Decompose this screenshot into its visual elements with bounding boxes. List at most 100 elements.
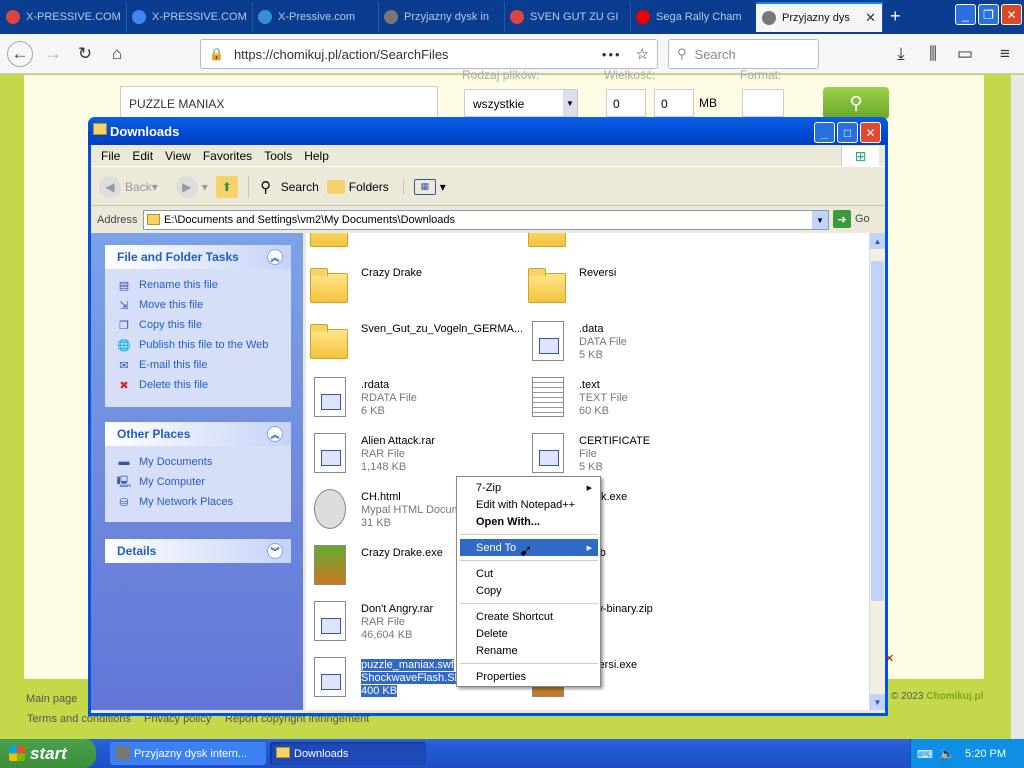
tab-1[interactable]: X-PRESSIVE.COM	[126, 2, 253, 32]
tab-5[interactable]: Sega Rally Cham	[630, 2, 757, 32]
collapse-icon[interactable]: ︽	[267, 249, 283, 265]
delete-icon: ✖	[119, 379, 129, 392]
back-button[interactable]: ◀ Back ▾	[99, 175, 158, 198]
format-input[interactable]	[742, 89, 784, 117]
go-button[interactable]: ➜ Go	[833, 210, 870, 228]
place-my-documents[interactable]: ▬ My Documents	[105, 452, 291, 472]
close-icon[interactable]: ✕	[885, 652, 894, 665]
collapse-icon[interactable]: ︽	[267, 426, 283, 442]
details-header[interactable]: Details ︾	[105, 539, 291, 563]
menu-edit[interactable]: Edit	[132, 149, 153, 163]
tab-6[interactable]: Przyjazny dys ✕	[756, 2, 883, 32]
context-item-properties[interactable]: Properties	[460, 668, 598, 685]
globe-icon: 🌐	[117, 339, 131, 352]
taskbar-item-browser[interactable]: Przyjazny dysk intern...	[110, 742, 266, 765]
task-publish-this-file-to-the-web[interactable]: 🌐 Publish this file to the Web	[105, 335, 291, 355]
places-header[interactable]: Other Places ︽	[105, 422, 291, 446]
forward-arrow-icon[interactable]: →	[40, 41, 66, 67]
context-item-7-zip[interactable]: 7-Zip	[460, 479, 598, 496]
size-min-input[interactable]: 0	[606, 89, 646, 117]
web-search-input[interactable]: PUZZLE MANIAX	[120, 86, 438, 120]
close-tab-icon[interactable]: ✕	[865, 10, 876, 26]
new-tab-button[interactable]: +	[890, 6, 901, 27]
keyboard-icon[interactable]: ⌨	[917, 748, 933, 761]
document-shape	[532, 433, 564, 473]
reload-icon[interactable]: ↻	[72, 41, 98, 67]
file-item[interactable]: Alien Attack.rar RAR File 1,148 KB	[306, 427, 521, 479]
taskbar-item-downloads[interactable]: Downloads	[270, 742, 426, 765]
task-copy-this-file[interactable]: ❐ Copy this file	[105, 315, 291, 335]
menu-view[interactable]: View	[165, 149, 191, 163]
menu-favorites[interactable]: Favorites	[203, 149, 252, 163]
search-button[interactable]: ⚲ Search	[247, 175, 319, 198]
task-delete-this-file[interactable]: ✖ Delete this file	[105, 375, 291, 395]
file-item[interactable]: .text TEXT File 60 KB	[524, 371, 739, 423]
scroll-up-icon[interactable]: ▲	[870, 233, 885, 249]
menu-file[interactable]: File	[101, 149, 120, 163]
context-item-copy[interactable]: Copy	[460, 582, 598, 599]
context-item-cut[interactable]: Cut	[460, 565, 598, 582]
folders-button[interactable]: Folders	[326, 179, 389, 194]
web-search-button[interactable]: ⚲	[823, 87, 889, 119]
sidebar-icon[interactable]: ▭	[952, 41, 978, 67]
file-item[interactable]: Alien Attack	[524, 233, 739, 255]
chevron-down-icon[interactable]: ▼	[812, 211, 828, 229]
footer-brand[interactable]: Chomikuj.pl	[926, 691, 983, 702]
address-input[interactable]: E:\Documents and Settings\vm2\My Documen…	[143, 210, 829, 230]
library-icon[interactable]: ⫼	[920, 41, 946, 67]
size-max-input[interactable]: 0	[654, 89, 694, 117]
forward-button[interactable]: ▶ ▾	[175, 175, 208, 198]
task-move-this-file[interactable]: ⇲ Move this file	[105, 295, 291, 315]
context-item-delete[interactable]: Delete	[460, 625, 598, 642]
close-button[interactable]: ✕	[860, 122, 881, 143]
url-bar[interactable]: 🔒 https://chomikuj.pl/action/SearchFiles…	[200, 39, 658, 69]
up-folder-button[interactable]: ⬆	[215, 175, 242, 198]
menu-tools[interactable]: Tools	[264, 149, 292, 163]
file-list-scrollbar[interactable]: ▲ ▼	[869, 233, 885, 710]
close-window-button[interactable]: ✕	[1001, 4, 1022, 25]
file-item[interactable]: .data DATA File 5 KB	[524, 315, 739, 367]
views-button[interactable]: ▦ ▾	[402, 178, 446, 195]
task-e-mail-this-file[interactable]: ✉ E-mail this file	[105, 355, 291, 375]
minimize-window-button[interactable]: _	[955, 4, 976, 25]
home-icon[interactable]: ⌂	[104, 41, 130, 67]
tab-4[interactable]: SVEN GUT ZU GI	[504, 2, 631, 32]
restore-window-button[interactable]: ❐	[978, 4, 999, 25]
context-item-create-shortcut[interactable]: Create Shortcut	[460, 608, 598, 625]
file-item[interactable]: CERTIFICATE File 5 KB	[524, 427, 739, 479]
tab-3[interactable]: Przyjazny dysk in	[378, 2, 505, 32]
minimize-button[interactable]: _	[814, 122, 835, 143]
file-item[interactable]: Sven_Gut_zu_Vogeln_GERMA...	[306, 315, 523, 367]
task-rename-this-file[interactable]: ▤ Rename this file	[105, 275, 291, 295]
page-scrollbar[interactable]	[1011, 75, 1024, 739]
bookmark-star-icon[interactable]: ☆	[636, 45, 649, 63]
filetype-select[interactable]: wszystkie ▼	[464, 89, 578, 117]
expand-icon[interactable]: ︾	[267, 543, 283, 559]
file-item[interactable]: .rdata RDATA File 6 KB	[306, 371, 521, 423]
menu-help[interactable]: Help	[304, 149, 329, 163]
file-item[interactable]: Crazy Drake	[306, 259, 521, 311]
tab-2[interactable]: X-Pressive.com	[252, 2, 379, 32]
scroll-thumb[interactable]	[871, 261, 884, 601]
browser-search-input[interactable]: ⚲ Search	[668, 39, 819, 69]
context-item-edit-with-notepad-[interactable]: Edit with Notepad++	[460, 496, 598, 513]
file-item[interactable]: Reversi	[524, 259, 739, 311]
context-item-rename[interactable]: Rename	[460, 642, 598, 659]
scroll-down-icon[interactable]: ▼	[870, 694, 885, 710]
footer-main-link[interactable]: Main page	[26, 693, 77, 705]
menu-icon[interactable]: ≡	[992, 41, 1018, 67]
file-item[interactable]: .rsrc	[306, 233, 521, 255]
html-icon-shape	[314, 489, 346, 529]
place-my-network-places[interactable]: ⛁ My Network Places	[105, 492, 291, 512]
place-my-computer[interactable]: 🖳 My Computer	[105, 472, 291, 492]
tasks-header[interactable]: File and Folder Tasks ︽	[105, 245, 291, 269]
explorer-title-bar[interactable]: Downloads _ □ ✕	[88, 117, 888, 145]
page-actions-icon[interactable]: •••	[602, 47, 622, 62]
context-item-open-with-[interactable]: Open With...	[460, 513, 598, 530]
back-arrow-icon[interactable]: ←	[7, 41, 33, 67]
volume-icon[interactable]: 🔈	[939, 746, 955, 762]
maximize-button[interactable]: □	[837, 122, 858, 143]
start-button[interactable]: start	[0, 739, 96, 768]
tab-0[interactable]: X-PRESSIVE.COM	[0, 2, 127, 32]
download-icon[interactable]: ⤓	[888, 41, 914, 67]
